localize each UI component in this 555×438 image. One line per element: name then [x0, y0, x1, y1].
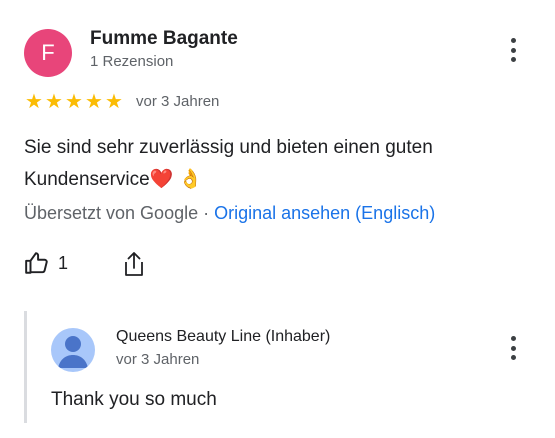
- author-initial: F: [41, 40, 55, 65]
- review-text: Sie sind sehr zuverlässig und bieten ein…: [24, 137, 433, 190]
- like-button[interactable]: 1: [24, 250, 68, 276]
- more-vert-icon: [510, 336, 516, 341]
- star-rating: ★ ★ ★ ★ ★: [24, 90, 124, 114]
- person-icon[interactable]: [51, 328, 95, 372]
- reply-author-name: Queens Beauty Line (Inhaber): [116, 328, 331, 345]
- share-button[interactable]: [122, 250, 146, 283]
- author-name[interactable]: Fumme Bagante: [90, 28, 238, 50]
- star-icon: ★: [85, 91, 103, 113]
- reply-time: vor 3 Jahren: [116, 351, 200, 368]
- star-icon: ★: [45, 91, 63, 113]
- view-original-link[interactable]: Original ansehen (Englisch): [214, 203, 435, 223]
- star-icon: ★: [65, 91, 83, 113]
- review-card: F Fumme Bagante 1 Rezension ★ ★ ★ ★ ★ vor 3 …: [0, 0, 555, 438]
- owner-reply: Queens Beauty Line (Inhaber) vor 3 Jahre…: [24, 311, 537, 423]
- reply-more-options-button[interactable]: [501, 334, 525, 362]
- translation-prefix: Übersetzt von Google ·: [24, 203, 215, 223]
- more-vert-icon: [510, 38, 516, 43]
- author-review-count: 1 Rezension: [90, 53, 174, 70]
- star-icon: ★: [25, 91, 43, 113]
- translation-note: Übersetzt von Google · Original ansehen …: [24, 203, 435, 224]
- review-more-options-button[interactable]: [501, 36, 525, 64]
- like-count: 1: [58, 252, 69, 273]
- author-avatar[interactable]: F: [24, 29, 72, 77]
- star-icon: ★: [105, 91, 123, 113]
- reply-text: Thank you so much: [51, 389, 217, 410]
- review-time: vor 3 Jahren: [136, 93, 220, 110]
- share-icon: [125, 252, 143, 276]
- thumbs-up-icon: [25, 252, 48, 274]
